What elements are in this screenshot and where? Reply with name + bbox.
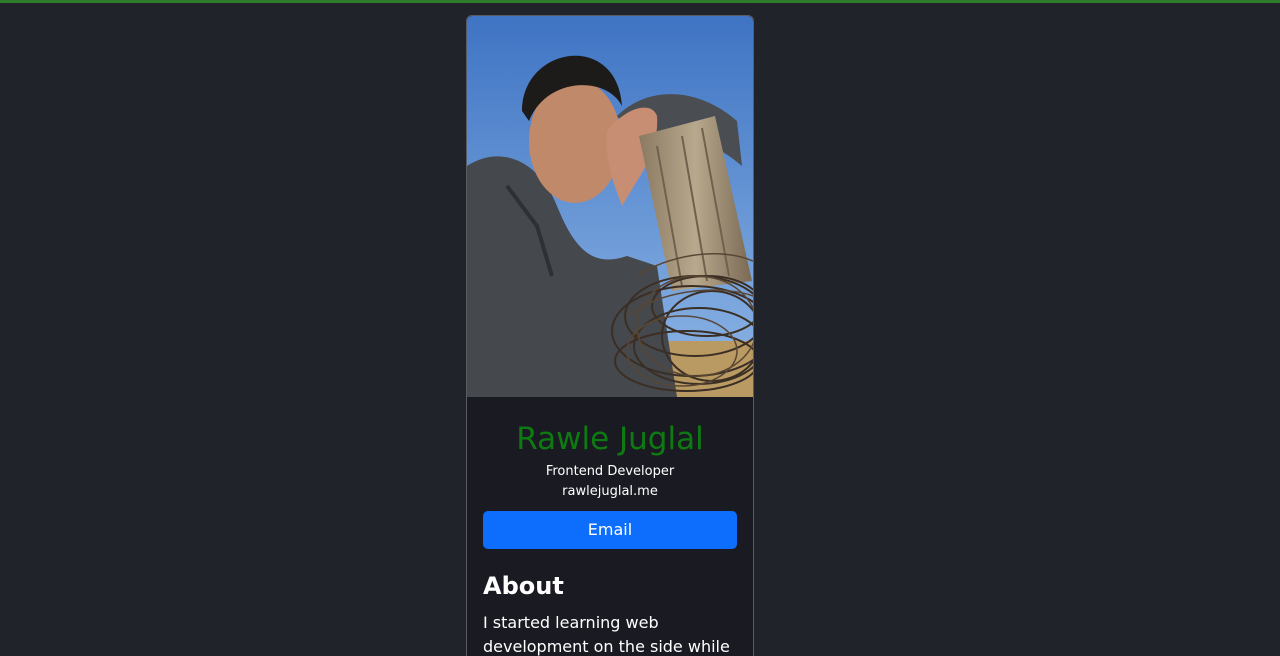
profile-photo	[467, 16, 753, 397]
profile-website: rawlejuglal.me	[562, 484, 658, 499]
about-text: I started learning web development on th…	[483, 613, 730, 656]
profile-title: Frontend Developer	[545, 464, 675, 479]
profile-card: Rawle Juglal Frontend Developer rawlejug…	[466, 15, 754, 656]
email-button[interactable]: Email	[483, 511, 737, 549]
top-accent-bar	[0, 0, 1280, 3]
about-heading: About	[483, 572, 564, 600]
profile-name: Rawle Juglal	[516, 421, 704, 457]
